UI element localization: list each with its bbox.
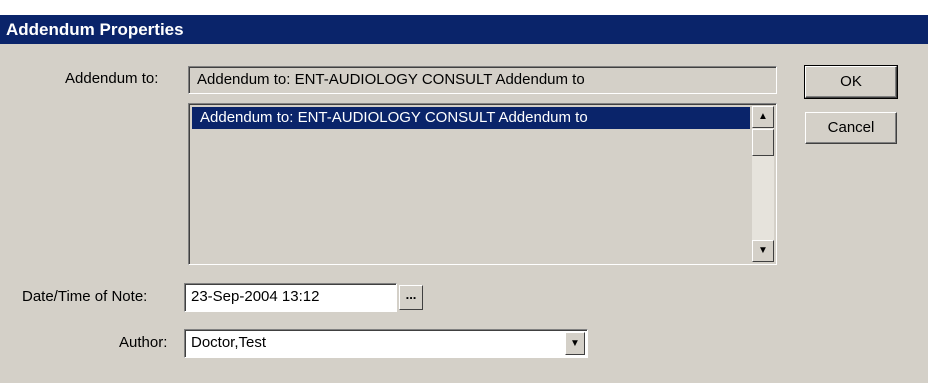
author-label: Author: <box>119 334 168 351</box>
ok-button[interactable]: OK <box>804 65 898 99</box>
scroll-thumb[interactable] <box>752 129 774 156</box>
addendum-to-listbox[interactable]: Addendum to: ENT-AUDIOLOGY CONSULT Adden… <box>188 103 777 265</box>
dialog-title: Addendum Properties <box>0 15 928 44</box>
author-combobox[interactable]: Doctor,Test ▼ <box>184 329 588 358</box>
cancel-button[interactable]: Cancel <box>805 112 897 144</box>
top-strip <box>0 0 928 15</box>
addendum-to-display: Addendum to: ENT-AUDIOLOGY CONSULT Adden… <box>188 66 777 94</box>
author-value: Doctor,Test <box>191 334 267 351</box>
datetime-label: Date/Time of Note: <box>22 288 148 305</box>
chevron-down-icon[interactable]: ▼ <box>565 332 585 355</box>
datetime-field[interactable]: 23-Sep-2004 13:12 <box>184 283 397 312</box>
addendum-properties-dialog: Addendum Properties Addendum to: Addendu… <box>0 0 928 383</box>
scroll-up-icon[interactable]: ▲ <box>752 106 774 128</box>
list-item[interactable]: Addendum to: ENT-AUDIOLOGY CONSULT Adden… <box>192 107 750 129</box>
vertical-scrollbar[interactable]: ▲ ▼ <box>752 106 774 262</box>
addendum-to-label: Addendum to: <box>65 70 159 87</box>
datetime-picker-button[interactable]: ... <box>399 285 423 310</box>
scroll-down-icon[interactable]: ▼ <box>752 240 774 262</box>
